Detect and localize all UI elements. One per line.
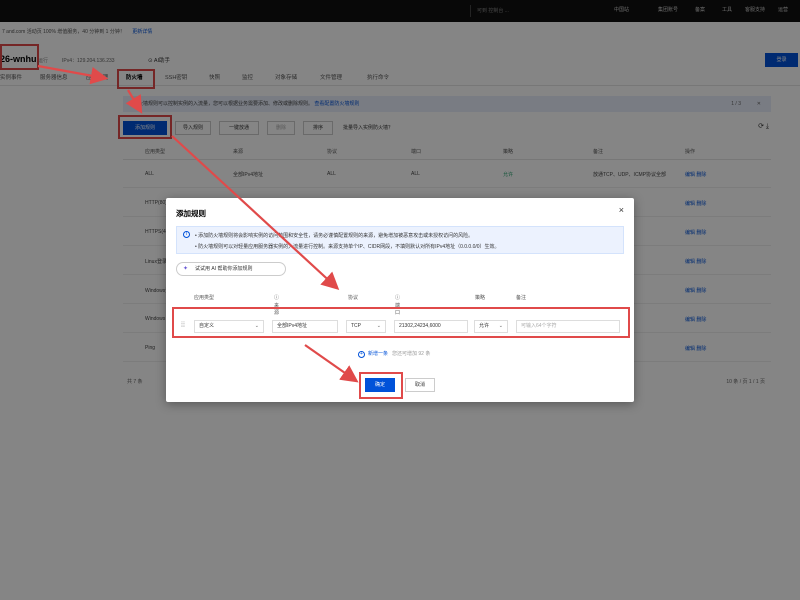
note-input[interactable]: 可输入64个字符 xyxy=(516,320,620,333)
form-col-app-type: 应用类型 xyxy=(194,295,215,301)
cancel-button[interactable]: 取消 xyxy=(405,378,435,392)
form-col-protocol: 协议 xyxy=(348,295,359,301)
add-more-rule-button[interactable]: + 新增一条 您还可增加 92 条 xyxy=(358,350,430,358)
chevron-down-icon: ⌄ xyxy=(498,323,503,329)
rule-row: ⁞⁞ 自定义 ⌄ 全部IPv4地址 TCP ⌄ 21302,24234,6000 允… xyxy=(176,316,624,338)
info-line-1: • 添加防火墙规则将会影响实例的访问范围和安全性，请务必谨慎配置规则的来源，避免… xyxy=(195,233,474,239)
port-input[interactable]: 21302,24234,6000 xyxy=(394,320,468,333)
dialog-title: 添加规则 xyxy=(176,209,206,218)
rule-form: 应用类型 来源 ⓘ 协议 端口 ⓘ 策略 备注 ⁞⁞ 自定义 ⌄ 全部IPv4地址… xyxy=(176,286,624,366)
form-col-policy: 策略 xyxy=(475,295,486,301)
close-icon[interactable]: × xyxy=(619,206,624,215)
chevron-down-icon: ⌄ xyxy=(254,323,259,329)
source-input[interactable]: 全部IPv4地址 xyxy=(272,320,338,333)
add-rule-dialog: 添加规则 × i • 添加防火墙规则将会影响实例的访问范围和安全性，请务必谨慎配… xyxy=(166,198,634,402)
sparkle-icon: ✦ xyxy=(183,266,189,272)
protocol-select[interactable]: TCP ⌄ xyxy=(346,320,386,333)
app-type-select[interactable]: 自定义 ⌄ xyxy=(194,320,264,333)
drag-handle-icon[interactable]: ⁞⁞ xyxy=(181,322,185,329)
ai-add-rule-button[interactable]: ✦ 试试用 AI 帮助你添加规则 xyxy=(176,262,286,276)
form-col-source: 来源 ⓘ xyxy=(274,295,280,316)
info-line-2: • 防火墙规则可以对轻量应用服务器实例的入流量进行控制。来源支持单个IP、CID… xyxy=(195,244,500,250)
dialog-info-box: i • 添加防火墙规则将会影响实例的访问范围和安全性，请务必谨慎配置规则的来源，… xyxy=(176,226,624,254)
form-col-port: 端口 ⓘ xyxy=(395,295,401,316)
chevron-down-icon: ⌄ xyxy=(376,323,381,329)
confirm-button[interactable]: 确定 xyxy=(365,378,395,392)
info-icon: i xyxy=(183,231,190,238)
policy-select[interactable]: 允许 ⌄ xyxy=(474,320,508,333)
form-col-note: 备注 xyxy=(516,295,527,301)
plus-circle-icon: + xyxy=(358,351,365,358)
